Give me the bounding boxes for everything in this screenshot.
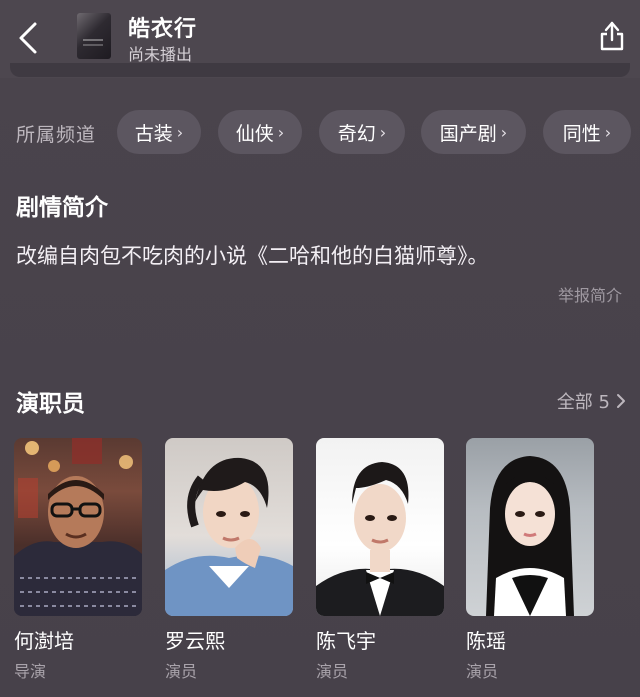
cast-name: 罗云熙 xyxy=(165,629,225,653)
cast-role: 演员 xyxy=(165,662,198,681)
chevron-right-icon: › xyxy=(277,122,285,142)
cast-photo xyxy=(14,438,142,616)
cast-portrait xyxy=(316,462,444,616)
detail-page: 皓衣行 尚未播出 所属频道 古装 › 仙侠 › 奇幻 › 国产剧 › 同性 › … xyxy=(0,0,640,697)
cast-photo xyxy=(165,438,293,616)
cast-portrait xyxy=(165,457,293,616)
tag-label: 同性 xyxy=(562,122,601,145)
share-button[interactable] xyxy=(594,18,630,54)
cast-name: 何澍培 xyxy=(14,629,74,653)
tag-ancient-costume[interactable]: 古装 › xyxy=(117,110,201,154)
tag-domestic-drama[interactable]: 国产剧 › xyxy=(421,110,526,154)
cast-role: 导演 xyxy=(14,662,47,681)
share-icon xyxy=(600,21,624,51)
tag-label: 奇幻 xyxy=(337,122,376,145)
back-button[interactable] xyxy=(10,18,46,58)
tag-xianxia[interactable]: 仙侠 › xyxy=(218,110,302,154)
cast-photo xyxy=(466,438,594,616)
chevron-right-icon: › xyxy=(500,122,508,142)
poster-thumbnail[interactable] xyxy=(77,13,111,59)
tag-label: 国产剧 xyxy=(439,122,497,145)
report-synopsis-link[interactable]: 举报简介 xyxy=(558,282,622,306)
cast-card[interactable]: 陈瑶 演员 xyxy=(466,438,594,681)
synopsis-title: 剧情简介 xyxy=(16,195,108,221)
header-divider xyxy=(10,63,630,77)
cast-card[interactable]: 陈飞宇 演员 xyxy=(316,438,444,681)
view-all-label: 全部 5 xyxy=(556,392,610,413)
tag-same-sex[interactable]: 同性 › xyxy=(543,110,631,154)
view-all-cast-link[interactable]: 全部 5 xyxy=(557,388,626,414)
cast-name: 陈飞宇 xyxy=(316,629,376,653)
cast-section-title: 演职员 xyxy=(16,391,85,417)
tag-fantasy[interactable]: 奇幻 › xyxy=(319,110,405,154)
cast-role: 演员 xyxy=(316,662,349,681)
cast-portrait xyxy=(486,456,574,616)
channel-tags: 所属频道 古装 › 仙侠 › 奇幻 › 国产剧 › 同性 › xyxy=(0,108,640,156)
cast-name: 陈瑶 xyxy=(466,629,506,653)
chevron-left-icon xyxy=(19,22,37,54)
tags-label: 所属频道 xyxy=(16,124,97,146)
cast-role: 演员 xyxy=(466,662,499,681)
chevron-right-icon: › xyxy=(176,122,184,142)
cast-card[interactable]: 罗云熙 演员 xyxy=(165,438,293,681)
show-status: 尚未播出 xyxy=(128,45,193,64)
chevron-right-icon: › xyxy=(604,122,612,142)
top-bar: 皓衣行 尚未播出 xyxy=(0,0,640,78)
tag-label: 古装 xyxy=(134,122,173,145)
chevron-right-icon xyxy=(617,394,625,408)
tag-label: 仙侠 xyxy=(235,122,274,145)
show-title: 皓衣行 xyxy=(128,17,198,42)
synopsis-text: 改编自肉包不吃肉的小说《二哈和他的白猫师尊》。 xyxy=(16,244,489,268)
cast-card[interactable]: 何澍培 导演 xyxy=(14,438,142,681)
chevron-right-icon: › xyxy=(379,122,387,142)
cast-photo xyxy=(316,438,444,616)
cast-portrait xyxy=(14,438,142,616)
